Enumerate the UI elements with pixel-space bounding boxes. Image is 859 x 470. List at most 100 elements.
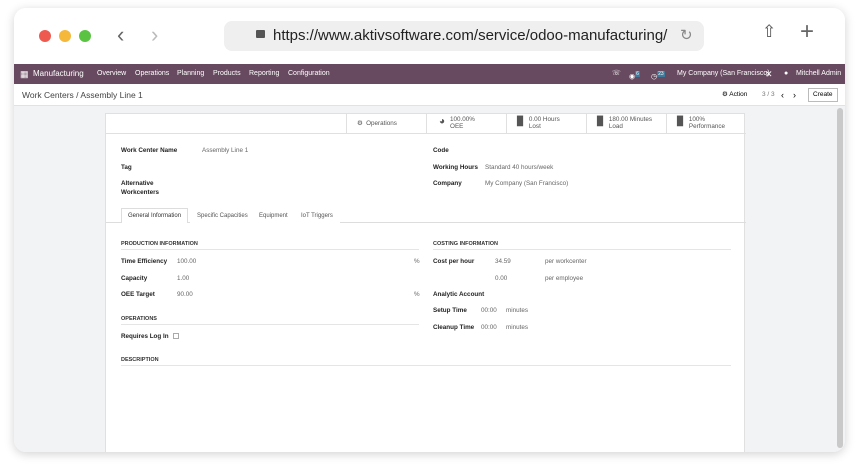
label: Setup Time <box>433 307 467 314</box>
stat-value: 180.00 Minutes <box>608 116 652 123</box>
section-title: OPERATIONS <box>121 316 419 325</box>
menu-products[interactable]: Products <box>213 64 241 84</box>
breadcrumb[interactable]: Work Centers / Assembly Line 1 <box>22 84 143 106</box>
unit: % <box>414 291 420 298</box>
top-navbar: ▦ Manufacturing Overview Operations Plan… <box>14 64 845 84</box>
stat-label: Operations <box>366 120 397 127</box>
stat-value: 0.00 Hours <box>528 116 560 123</box>
tab-general-information[interactable]: General Information <box>121 208 189 223</box>
prev-record-icon[interactable]: ‹ <box>781 84 784 106</box>
forward-icon[interactable]: › <box>151 22 158 48</box>
menu-overview[interactable]: Overview <box>97 64 126 84</box>
label: Company <box>433 180 462 187</box>
label: Workcenters <box>121 189 160 196</box>
form-sheet: ⚙ Operations ◕ 100.00% OEE ▉ 0.00 Hours Lost… <box>105 113 746 452</box>
label: Work Center Name <box>121 147 178 154</box>
bar-chart-icon: ▉ <box>597 116 604 126</box>
browser-toolbar: ‹ › https://www.aktivsoftware.com/servic… <box>14 8 845 64</box>
unit: % <box>414 258 420 265</box>
tab-specific-capacities[interactable]: Specific Capacities <box>190 208 255 223</box>
setup-time-field[interactable]: 00:00 <box>481 307 497 314</box>
cleanup-time-field[interactable]: 00:00 <box>481 324 497 331</box>
activities-badge: 23 <box>657 71 665 77</box>
back-icon[interactable]: ‹ <box>117 22 124 48</box>
url-text: https://www.aktivsoftware.com/service/od… <box>273 27 668 44</box>
employee-cost-field[interactable]: 0.00 <box>495 275 507 282</box>
label: Tag <box>121 164 132 171</box>
button-box: ⚙ Operations ◕ 100.00% OEE ▉ 0.00 Hours Lost… <box>106 114 746 134</box>
oee-stat-button[interactable]: ◕ 100.00% OEE <box>426 114 506 134</box>
share-icon[interactable]: ⇧ <box>762 22 776 42</box>
label: Time Efficiency <box>121 258 168 265</box>
user-menu[interactable]: Mitchell Admin <box>796 64 841 84</box>
maximize-window-button[interactable] <box>79 30 91 42</box>
unit: per employee <box>545 275 584 282</box>
menu-operations[interactable]: Operations <box>135 64 169 84</box>
label: Capacity <box>121 275 148 282</box>
operations-stat-button[interactable]: ⚙ Operations <box>346 114 426 134</box>
tab-equipment[interactable]: Equipment <box>252 208 295 223</box>
apps-grid-icon[interactable]: ▦ <box>20 64 29 84</box>
form-view: ⚙ Operations ◕ 100.00% OEE ▉ 0.00 Hours Lost… <box>14 106 845 452</box>
performance-stat-button[interactable]: ▉ 100% Performance <box>666 114 746 134</box>
label: Alternative <box>121 180 154 187</box>
unit: minutes <box>506 324 529 331</box>
unit: per workcenter <box>545 258 587 265</box>
bar-chart-icon: ▉ <box>517 116 524 126</box>
tools-icon[interactable]: ✕ <box>765 64 773 84</box>
tab-iot-triggers[interactable]: IoT Triggers <box>294 208 340 223</box>
stat-value: 100% <box>688 116 706 123</box>
menu-planning[interactable]: Planning <box>177 64 204 84</box>
browser-window: ‹ › https://www.aktivsoftware.com/servic… <box>14 8 845 452</box>
capacity-field[interactable]: 1.00 <box>177 275 189 282</box>
company-field[interactable]: My Company (San Francisco) <box>485 180 568 187</box>
control-panel: Work Centers / Assembly Line 1 ⚙ Action … <box>14 84 845 106</box>
load-stat-button[interactable]: ▉ 180.00 Minutes Load <box>586 114 666 134</box>
time-efficiency-field[interactable]: 100.00 <box>177 258 196 265</box>
company-switcher[interactable]: My Company (San Francisco) <box>677 64 770 84</box>
stat-value: 100.00% <box>450 116 475 123</box>
lock-icon <box>256 30 265 38</box>
user-avatar[interactable]: ● <box>784 64 788 84</box>
stat-label: Load <box>608 123 623 130</box>
menu-configuration[interactable]: Configuration <box>288 64 330 84</box>
app-name[interactable]: Manufacturing <box>33 64 84 84</box>
label: Analytic Account <box>433 291 485 298</box>
label: Cleanup Time <box>433 324 475 331</box>
pager: 3 / 3 <box>762 91 775 98</box>
oee-target-field[interactable]: 90.00 <box>177 291 193 298</box>
gear-icon: ⚙ <box>357 120 363 127</box>
scrollbar[interactable] <box>837 108 843 448</box>
section-title: PRODUCTION INFORMATION <box>121 241 419 250</box>
stat-label: Performance <box>688 123 725 130</box>
label: OEE Target <box>121 291 155 298</box>
label: Cost per hour <box>433 258 475 265</box>
work-center-name-field[interactable]: Assembly Line 1 <box>202 147 248 154</box>
notebook-tabs: General Information Specific Capacities … <box>106 207 746 223</box>
working-hours-field[interactable]: Standard 40 hours/week <box>485 164 553 171</box>
next-record-icon[interactable]: › <box>793 84 796 106</box>
stat-label: Lost <box>528 123 541 130</box>
menu-reporting[interactable]: Reporting <box>249 64 279 84</box>
action-label: Action <box>729 91 748 98</box>
section-title: COSTING INFORMATION <box>433 241 731 250</box>
action-button[interactable]: ⚙ Action <box>722 84 747 106</box>
stat-label: OEE <box>450 123 464 130</box>
messages-badge: 6 <box>635 71 640 77</box>
label: Code <box>433 147 449 154</box>
cost-per-hour-field[interactable]: 34.59 <box>495 258 511 265</box>
close-window-button[interactable] <box>39 30 51 42</box>
pie-chart-icon: ◕ <box>439 116 446 127</box>
create-button[interactable]: Create <box>808 88 838 102</box>
minimize-window-button[interactable] <box>59 30 71 42</box>
lost-stat-button[interactable]: ▉ 0.00 Hours Lost <box>506 114 586 134</box>
label: Working Hours <box>433 164 479 171</box>
bar-chart-icon: ▉ <box>677 116 684 126</box>
requires-login-checkbox[interactable] <box>173 333 179 339</box>
reload-icon[interactable]: ↻ <box>680 21 693 51</box>
address-bar[interactable]: https://www.aktivsoftware.com/service/od… <box>224 21 704 51</box>
unit: minutes <box>506 307 529 314</box>
label: Requires Log In <box>121 333 169 340</box>
phone-icon[interactable]: ☏ <box>612 64 621 84</box>
new-tab-icon[interactable]: + <box>800 18 814 46</box>
